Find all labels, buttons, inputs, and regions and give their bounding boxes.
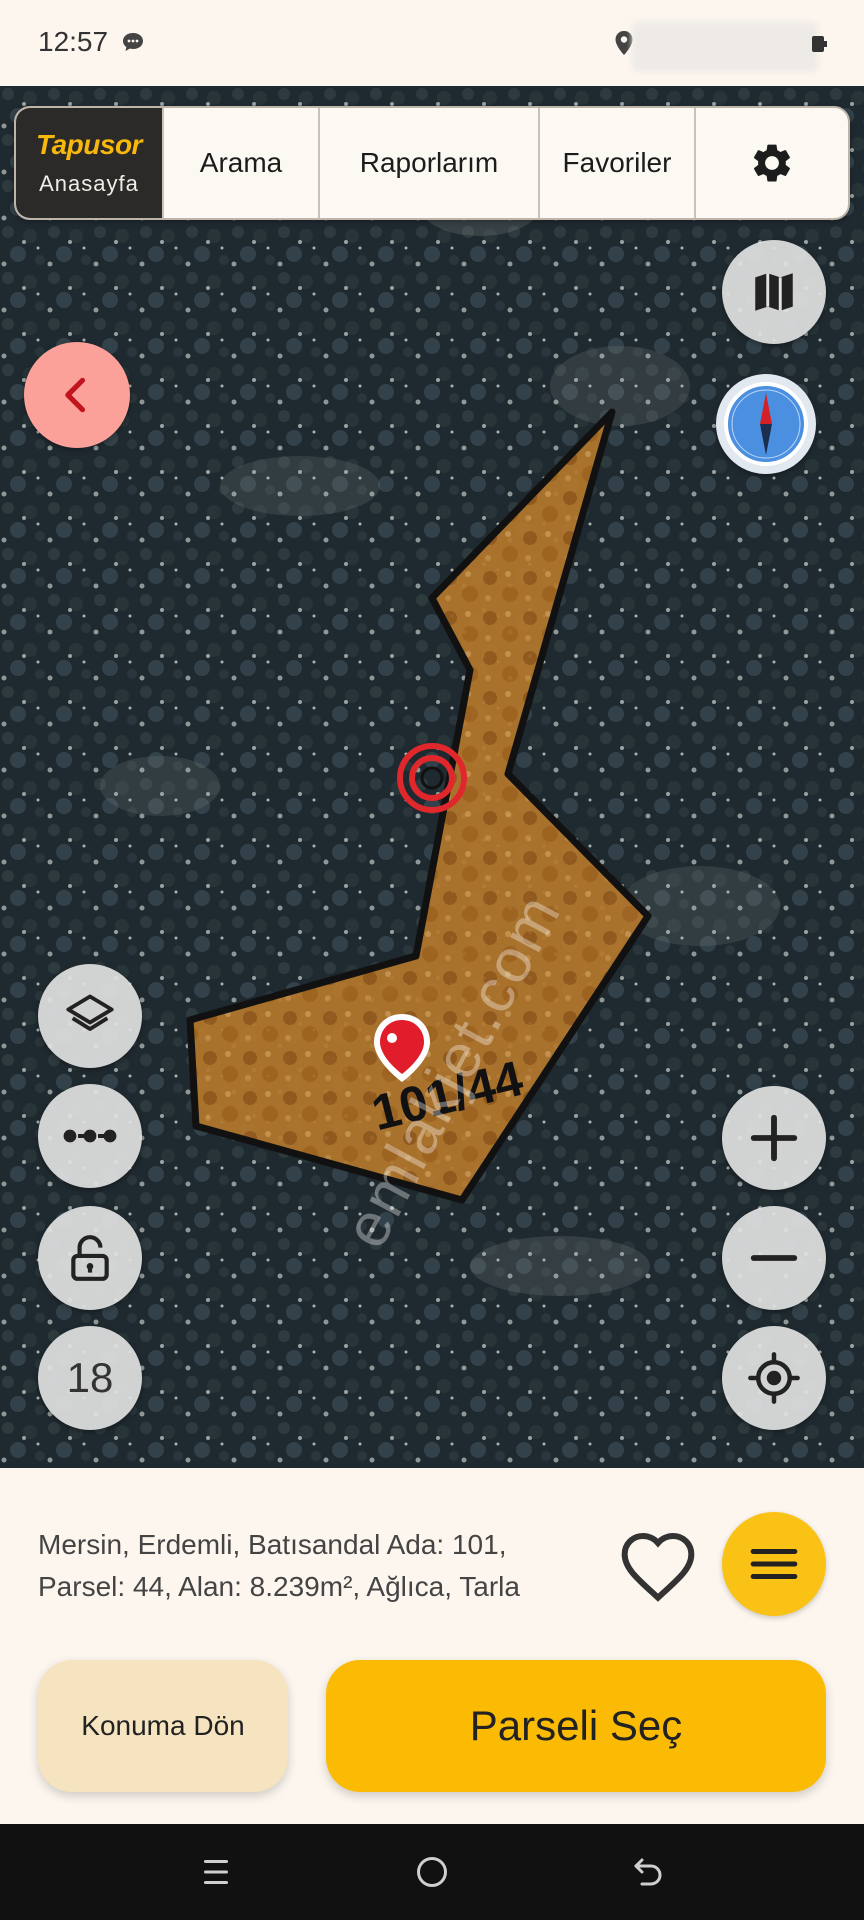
nav-favorites[interactable]: Favoriler [538,108,694,218]
parcel-info: Mersin, Erdemli, Batısandal Ada: 101, Pa… [38,1524,578,1608]
system-nav-bar [0,1824,864,1920]
back-icon[interactable] [630,1854,666,1890]
favorite-button[interactable] [612,1524,704,1608]
my-location-icon [748,1352,800,1404]
gear-icon [753,144,790,182]
back-button[interactable] [24,342,130,448]
plus-icon [750,1114,798,1162]
heart-icon [621,1532,695,1602]
brand-logo: Tapusor [36,129,142,160]
recent-apps-icon[interactable] [198,1854,234,1890]
chat-icon [123,33,143,51]
battery-icon [812,36,827,52]
nav-reports[interactable]: Raporlarım [318,108,538,218]
compass-icon [724,382,808,466]
status-bar: 12:57 [0,0,864,86]
map-type-button[interactable] [722,240,826,344]
top-nav: Tapusor Anasayfa Arama Raporlarım Favori… [14,106,850,220]
minus-icon [750,1255,798,1261]
lock-icon [71,1235,109,1281]
home-icon[interactable] [414,1854,450,1890]
zoom-in-button[interactable] [722,1086,826,1190]
layers-icon [66,994,114,1031]
zoom-level-indicator[interactable]: 18 [38,1326,142,1430]
menu-button[interactable] [722,1512,826,1616]
map-type-icon [755,273,793,311]
lock-button[interactable] [38,1206,142,1310]
menu-icon [750,1549,798,1579]
return-to-location-button[interactable]: Konuma Dön [38,1660,288,1792]
measure-icon [63,1129,117,1143]
settings-button[interactable] [694,108,848,218]
zoom-out-button[interactable] [722,1206,826,1310]
zoom-level: 18 [66,1354,114,1401]
parcel-info-line1: Mersin, Erdemli, Batısandal Ada: 101, [38,1529,507,1560]
status-redacted [632,22,818,72]
measure-button[interactable] [38,1084,142,1188]
bottom-panel: Mersin, Erdemli, Batısandal Ada: 101, Pa… [0,1468,864,1824]
my-location-button[interactable] [722,1326,826,1430]
select-parcel-button[interactable]: Parseli Seç [326,1660,826,1792]
location-icon [615,31,633,55]
nav-search[interactable]: Arama [162,108,318,218]
status-time: 12:57 [38,26,109,57]
parcel-info-line2: Parsel: 44, Alan: 8.239m², Ağlıca, Tarla [38,1571,520,1602]
home-button[interactable]: Tapusor Anasayfa [16,108,162,218]
chevron-left-icon [65,377,86,413]
screen: 12:57 101/44 emlakjet.com Tapusor Anasay… [0,0,864,1920]
compass-button[interactable] [716,374,816,474]
layers-button[interactable] [38,964,142,1068]
home-label: Anasayfa [39,171,139,196]
